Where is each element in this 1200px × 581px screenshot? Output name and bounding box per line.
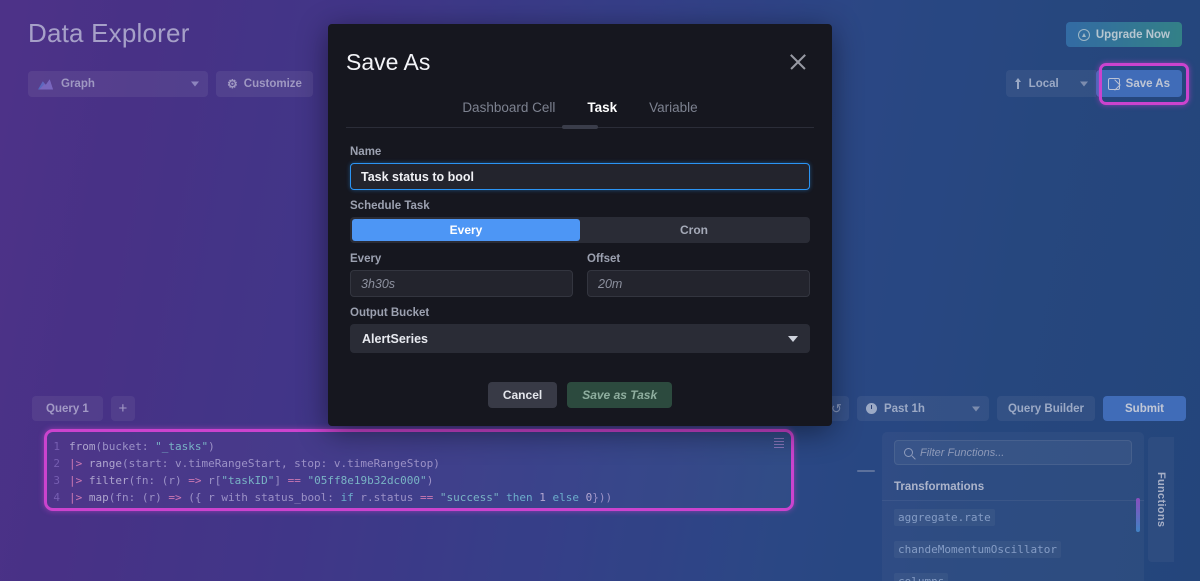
- tab-dashboard-cell[interactable]: Dashboard Cell: [460, 100, 557, 118]
- name-input[interactable]: Task status to bool: [350, 163, 810, 190]
- every-input-placeholder: 3h30s: [361, 277, 395, 291]
- schedule-type-toggle: Every Cron: [350, 217, 810, 243]
- interval-row: Every 3h30s Offset 20m: [350, 253, 810, 297]
- save-as-modal: Save As Dashboard Cell Task Variable Nam…: [328, 24, 832, 426]
- offset-input-placeholder: 20m: [598, 277, 622, 291]
- cancel-button[interactable]: Cancel: [488, 382, 557, 408]
- every-field-label: Every: [350, 253, 573, 265]
- every-input[interactable]: 3h30s: [350, 270, 573, 297]
- cancel-label: Cancel: [503, 388, 542, 402]
- name-field-label: Name: [350, 146, 810, 158]
- name-input-value: Task status to bool: [361, 170, 474, 184]
- output-bucket-select[interactable]: AlertSeries: [350, 324, 810, 353]
- modal-body: Name Task status to bool Schedule Task E…: [328, 128, 832, 364]
- modal-tabs: Dashboard Cell Task Variable: [346, 100, 814, 128]
- active-tab-indicator: [562, 125, 598, 129]
- tab-task[interactable]: Task: [585, 100, 619, 118]
- tab-variable[interactable]: Variable: [647, 100, 700, 118]
- every-field: Every 3h30s: [350, 253, 573, 297]
- chevron-down-icon: [788, 336, 798, 342]
- output-bucket-value: AlertSeries: [362, 332, 428, 346]
- schedule-task-label: Schedule Task: [350, 200, 810, 212]
- modal-footer: Cancel Save as Task: [328, 364, 832, 426]
- output-bucket-label: Output Bucket: [350, 307, 810, 319]
- offset-input[interactable]: 20m: [587, 270, 810, 297]
- modal-header: Save As: [328, 24, 832, 100]
- data-explorer-app: Data Explorer Graph ⚙ Customize Upgrade …: [0, 0, 1200, 581]
- modal-tabs-wrap: Dashboard Cell Task Variable: [328, 100, 832, 128]
- schedule-option-every[interactable]: Every: [352, 219, 580, 241]
- close-icon[interactable]: [786, 50, 810, 74]
- modal-title: Save As: [346, 49, 430, 76]
- save-as-task-label: Save as Task: [582, 388, 657, 402]
- schedule-option-cron[interactable]: Cron: [580, 219, 808, 241]
- save-as-task-button[interactable]: Save as Task: [567, 382, 672, 408]
- offset-field-label: Offset: [587, 253, 810, 265]
- offset-field: Offset 20m: [587, 253, 810, 297]
